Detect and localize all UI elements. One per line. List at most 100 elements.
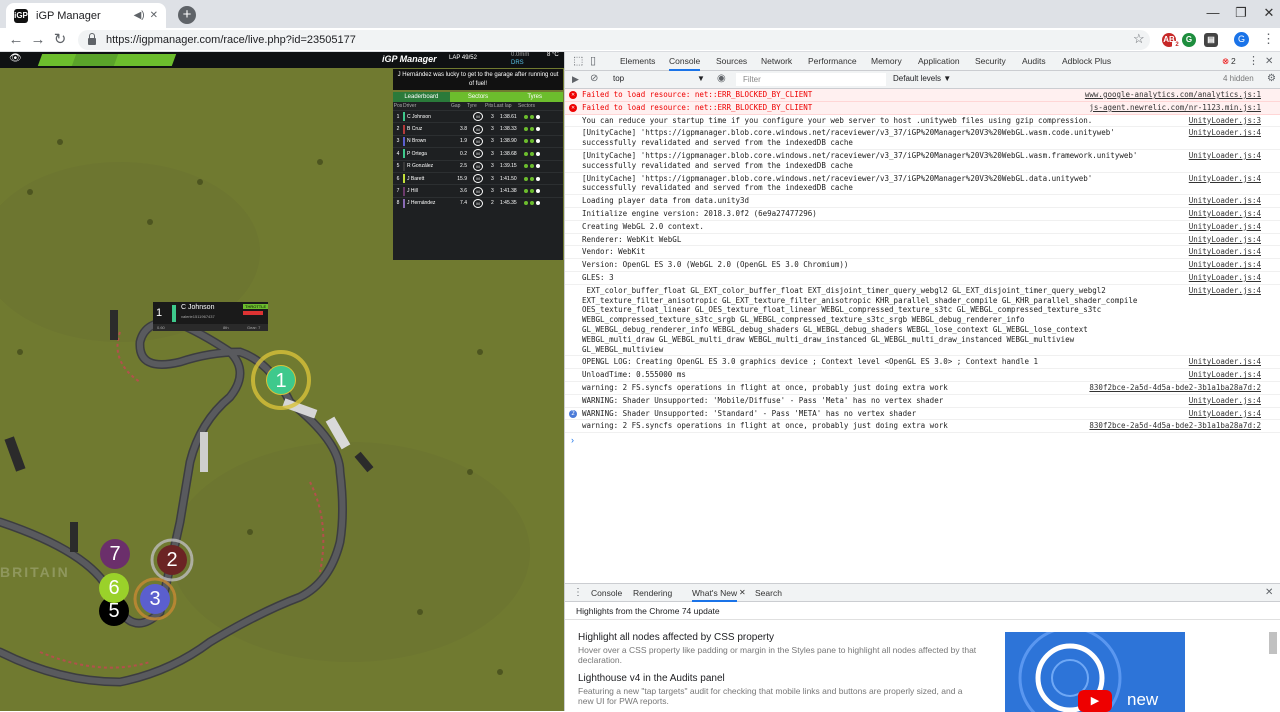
devtools-tab-adblock-plus[interactable]: Adblock Plus bbox=[1062, 52, 1111, 71]
car-marker-3[interactable]: 3 bbox=[140, 584, 170, 614]
extension-puzzle-icon[interactable]: ▤ bbox=[1204, 33, 1218, 47]
console-prompt[interactable]: › bbox=[571, 435, 1280, 445]
console-message[interactable]: You can reduce your startup time if you … bbox=[565, 115, 1280, 128]
console-source-link[interactable]: 830f2bce-2a5d-4d5a-bde2-3b1a1ba28a7d:2 bbox=[1089, 383, 1261, 393]
leaderboard-row[interactable]: 4 P Ortega 0.2 M 3 1:38.68 bbox=[393, 147, 563, 159]
console-message[interactable]: [UnityCache] 'https://igpmanager.blob.co… bbox=[565, 173, 1280, 196]
account-avatar[interactable]: G bbox=[1234, 32, 1249, 47]
console-message[interactable]: warning: 2 FS.syncfs operations in fligh… bbox=[565, 382, 1280, 395]
devtools-menu-icon[interactable]: ⋮ bbox=[1248, 52, 1259, 71]
console-message[interactable]: OPENGL LOG: Creating OpenGL ES 3.0 graph… bbox=[565, 356, 1280, 370]
maximize-icon[interactable]: ❐ bbox=[1226, 0, 1256, 28]
view-eye-icon[interactable]: 👁 bbox=[9, 53, 22, 64]
clear-console-icon[interactable]: ⊘ bbox=[590, 73, 598, 84]
devtools-tab-memory[interactable]: Memory bbox=[871, 52, 902, 71]
leaderboard-row[interactable]: 1 C Johnson M 3 1:38.61 bbox=[393, 110, 563, 122]
sidebar-toggle-icon[interactable]: ▶ bbox=[572, 74, 579, 85]
console-message[interactable]: 2 WARNING: Shader Unsupported: 'Standard'… bbox=[565, 408, 1280, 421]
console-source-link[interactable]: js-agent.newrelic.com/nr-1123.min.js:1 bbox=[1089, 103, 1261, 113]
console-source-link[interactable]: UnityLoader.js:4 bbox=[1189, 196, 1261, 206]
drawer-tab-rendering[interactable]: Rendering bbox=[633, 584, 672, 602]
inspect-element-icon[interactable]: ⬚ bbox=[573, 52, 583, 71]
browser-tab[interactable]: iGP iGP Manager ◀) ✕ bbox=[6, 3, 166, 28]
console-source-link[interactable]: UnityLoader.js:4 bbox=[1189, 260, 1261, 270]
address-bar[interactable]: https://igpmanager.com/race/live.php?id=… bbox=[78, 30, 1150, 50]
console-message[interactable]: UnloadTime: 0.555000 ms UnityLoader.js:4 bbox=[565, 369, 1280, 382]
console-error[interactable]: ✕ Failed to load resource: net::ERR_BLOCK… bbox=[565, 101, 1280, 115]
devtools-tab-network[interactable]: Network bbox=[761, 52, 792, 71]
leaderboard-row[interactable]: 2 B Cruz 3.8 M 3 1:38.33 bbox=[393, 122, 563, 134]
bookmark-star-icon[interactable]: ☆ bbox=[1133, 31, 1145, 47]
console-message[interactable]: GLES: 3 UnityLoader.js:4 bbox=[565, 272, 1280, 285]
whats-new-video-thumbnail[interactable]: ▶ new bbox=[1005, 632, 1185, 712]
leaderboard-row[interactable]: 8 J Hernández 7.4 M 2 1:45.35 bbox=[393, 196, 563, 209]
reload-icon[interactable]: ↻ bbox=[50, 30, 70, 50]
console-output[interactable]: ✕ Failed to load resource: net::ERR_BLOCK… bbox=[565, 89, 1280, 583]
console-error[interactable]: ✕ Failed to load resource: net::ERR_BLOCK… bbox=[565, 89, 1280, 102]
drawer-tab-search[interactable]: Search bbox=[755, 584, 782, 602]
console-message[interactable]: Creating WebGL 2.0 context. UnityLoader.j… bbox=[565, 221, 1280, 234]
whats-new-item[interactable]: Lighthouse v4 in the Audits panel Featur… bbox=[578, 673, 978, 706]
leaderboard-tab-leaderboard[interactable]: Leaderboard bbox=[393, 92, 450, 102]
console-message[interactable]: WARNING: Shader Unsupported: 'Mobile/Dif… bbox=[565, 395, 1280, 408]
new-tab-button[interactable]: + bbox=[178, 6, 196, 24]
leaderboard-tab-sectors[interactable]: Sectors bbox=[449, 92, 507, 102]
back-icon[interactable]: ← bbox=[6, 30, 26, 50]
drawer-menu-icon[interactable]: ⋮ bbox=[573, 587, 583, 598]
car-marker-2[interactable]: 2 bbox=[157, 545, 187, 575]
whats-new-item[interactable]: Highlight all nodes affected by CSS prop… bbox=[578, 632, 978, 665]
leaderboard-tab-tyres[interactable]: Tyres bbox=[506, 92, 564, 102]
console-source-link[interactable]: UnityLoader.js:4 bbox=[1189, 128, 1261, 138]
devtools-close-icon[interactable]: ✕ bbox=[1265, 52, 1273, 71]
mute-tab-icon[interactable]: ◀) bbox=[134, 10, 145, 21]
devtools-tab-security[interactable]: Security bbox=[975, 52, 1006, 71]
devtools-tab-audits[interactable]: Audits bbox=[1022, 52, 1046, 71]
console-source-link[interactable]: UnityLoader.js:4 bbox=[1189, 396, 1261, 406]
car-marker-6[interactable]: 6 bbox=[99, 573, 129, 603]
device-toolbar-icon[interactable]: ▯ bbox=[590, 52, 596, 71]
devtools-tab-sources[interactable]: Sources bbox=[716, 52, 747, 71]
leaderboard-row[interactable]: 7 J Hill 3.6 M 3 1:41.38 bbox=[393, 184, 563, 196]
console-source-link[interactable]: 830f2bce-2a5d-4d5a-bde2-3b1a1ba28a7d:2 bbox=[1089, 421, 1261, 431]
settings-button[interactable] bbox=[113, 54, 177, 66]
console-source-link[interactable]: UnityLoader.js:4 bbox=[1189, 235, 1261, 245]
console-message[interactable]: [UnityCache] 'https://igpmanager.blob.co… bbox=[565, 150, 1280, 173]
drawer-close-icon[interactable]: ✕ bbox=[1265, 587, 1273, 598]
console-source-link[interactable]: UnityLoader.js:4 bbox=[1189, 370, 1261, 380]
leaderboard-row[interactable]: 5 R González 2.5 M 3 1:39.15 bbox=[393, 159, 563, 172]
minimize-icon[interactable]: — bbox=[1198, 0, 1228, 28]
error-count-icon[interactable]: ⊗ bbox=[1222, 52, 1229, 71]
console-message[interactable]: Vendor: WebKit UnityLoader.js:4 bbox=[565, 246, 1280, 260]
devtools-tab-console[interactable]: Console bbox=[669, 52, 701, 71]
console-source-link[interactable]: UnityLoader.js:4 bbox=[1189, 286, 1261, 296]
leaderboard-row[interactable]: 6 J Barett 15.9 M 3 1:41.50 bbox=[393, 171, 563, 184]
console-source-link[interactable]: UnityLoader.js:4 bbox=[1189, 273, 1261, 283]
console-source-link[interactable]: UnityLoader.js:4 bbox=[1189, 222, 1261, 232]
console-message[interactable]: Loading player data from data.unity3d Uni… bbox=[565, 195, 1280, 208]
forward-icon[interactable]: → bbox=[28, 30, 48, 50]
close-whats-new-tab-icon[interactable]: ✕ bbox=[739, 584, 746, 602]
youtube-play-icon[interactable]: ▶ bbox=[1078, 690, 1112, 712]
console-source-link[interactable]: UnityLoader.js:3 bbox=[1189, 116, 1261, 126]
devtools-tab-performance[interactable]: Performance bbox=[808, 52, 857, 71]
context-selector[interactable]: top ▼ bbox=[613, 74, 733, 83]
devtools-tab-application[interactable]: Application bbox=[918, 52, 960, 71]
log-levels-dropdown[interactable]: Default levels ▼ bbox=[893, 74, 951, 83]
console-source-link[interactable]: UnityLoader.js:4 bbox=[1189, 357, 1261, 367]
drawer-tab-what-s-new[interactable]: What's New bbox=[692, 584, 738, 602]
console-source-link[interactable]: UnityLoader.js:4 bbox=[1189, 247, 1261, 257]
console-message[interactable]: warning: 2 FS.syncfs operations in fligh… bbox=[565, 420, 1280, 434]
console-message[interactable]: Version: OpenGL ES 3.0 (WebGL 2.0 (OpenG… bbox=[565, 259, 1280, 272]
console-source-link[interactable]: UnityLoader.js:4 bbox=[1189, 151, 1261, 161]
console-source-link[interactable]: UnityLoader.js:4 bbox=[1189, 209, 1261, 219]
leaderboard-row[interactable]: 3 N Brown 1.9 M 3 1:38.90 bbox=[393, 134, 563, 147]
console-message[interactable]: [UnityCache] 'https://igpmanager.blob.co… bbox=[565, 127, 1280, 150]
close-tab-icon[interactable]: ✕ bbox=[150, 10, 158, 21]
devtools-tab-elements[interactable]: Elements bbox=[620, 52, 655, 71]
chrome-menu-icon[interactable]: ⋮ bbox=[1262, 31, 1275, 47]
grammarly-extension-icon[interactable]: G bbox=[1182, 33, 1196, 47]
drawer-tab-console[interactable]: Console bbox=[591, 584, 622, 602]
car-marker-1[interactable]: 1 bbox=[266, 365, 296, 395]
console-source-link[interactable]: www.google-analytics.com/analytics.js:1 bbox=[1085, 90, 1261, 100]
console-message[interactable]: Initialize engine version: 2018.3.0f2 (6… bbox=[565, 208, 1280, 221]
